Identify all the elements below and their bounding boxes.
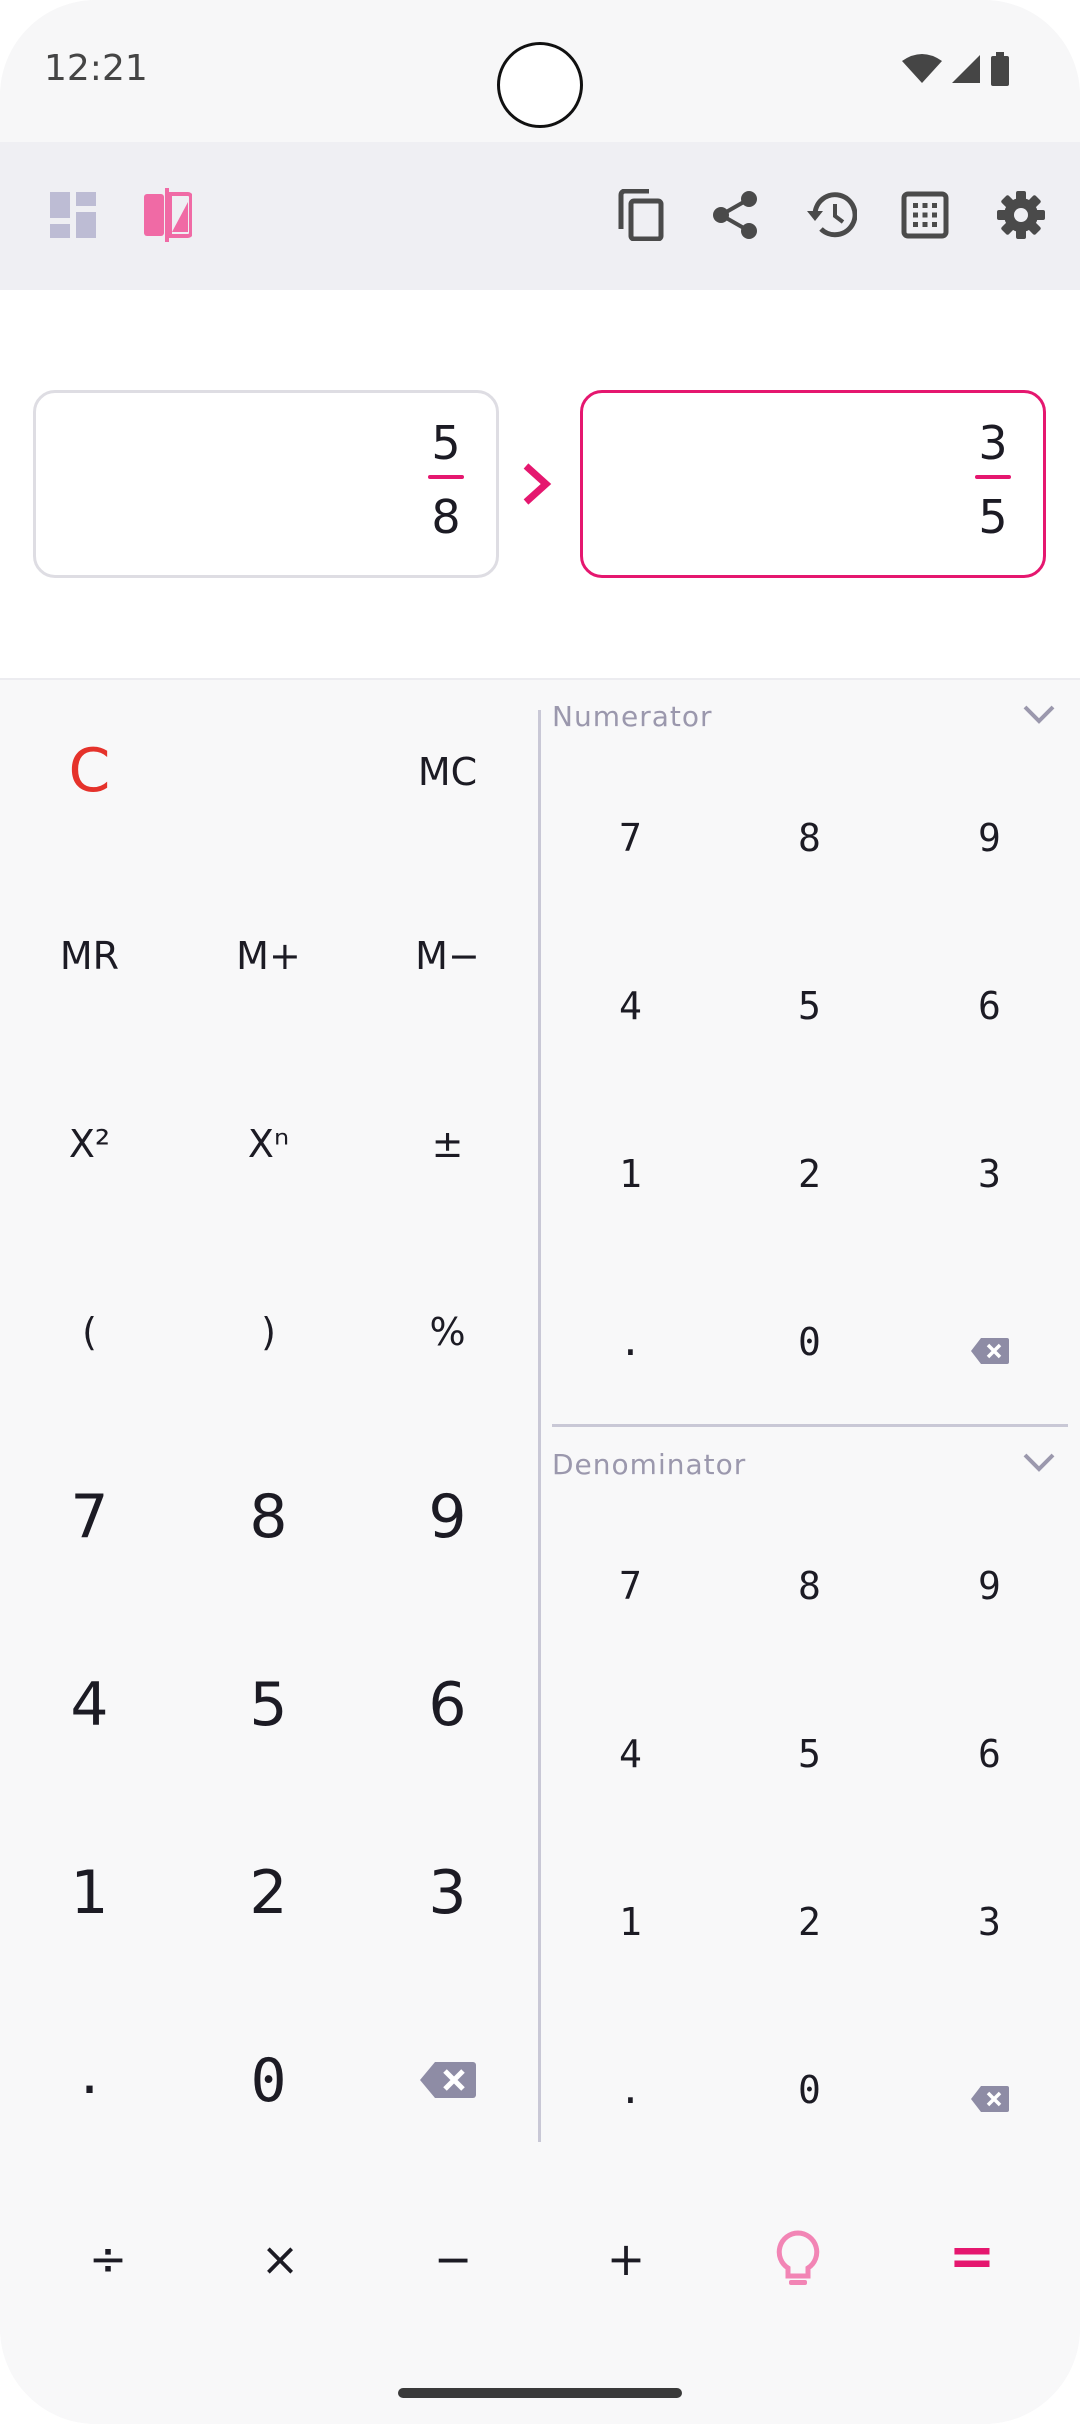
- compare-icon[interactable]: [136, 184, 198, 246]
- left-paren-button[interactable]: (: [0, 1310, 179, 1354]
- denominator-digit-3[interactable]: 3: [900, 1900, 1079, 1944]
- memory-clear-button[interactable]: MC: [358, 750, 537, 794]
- denominator-decimal[interactable]: .: [541, 2068, 720, 2112]
- status-time: 12:21: [44, 48, 148, 89]
- digit-0-button[interactable]: 0: [179, 2046, 358, 2116]
- numerator-digit-1[interactable]: 1: [541, 1152, 720, 1196]
- right-denominator: 5: [978, 490, 1008, 544]
- section-separator: [552, 1424, 1068, 1427]
- chevron-down-icon[interactable]: [1022, 704, 1056, 730]
- settings-icon[interactable]: [990, 184, 1052, 246]
- hint-button[interactable]: [718, 2230, 878, 2299]
- right-fraction-field[interactable]: 3 5: [580, 390, 1046, 578]
- backspace-icon: [419, 2062, 476, 2098]
- digit-9-button[interactable]: 9: [358, 1482, 537, 1552]
- numerator-digit-0[interactable]: 0: [720, 1320, 899, 1364]
- denominator-digit-4[interactable]: 4: [541, 1732, 720, 1776]
- numerator-digit-6[interactable]: 6: [900, 984, 1079, 1028]
- status-bar: 12:21: [0, 0, 1080, 142]
- lightbulb-icon: [776, 2230, 820, 2285]
- memory-subtract-button[interactable]: M−: [358, 934, 537, 978]
- numerator-backspace[interactable]: [900, 1330, 1079, 1374]
- denominator-digit-9[interactable]: 9: [900, 1564, 1079, 1608]
- digit-2-button[interactable]: 2: [179, 1858, 358, 1928]
- subtract-button[interactable]: −: [373, 2232, 533, 2286]
- digit-7-button[interactable]: 7: [0, 1482, 179, 1552]
- denominator-digit-8[interactable]: 8: [720, 1564, 899, 1608]
- status-icons: [902, 52, 1010, 86]
- digit-6-button[interactable]: 6: [358, 1670, 537, 1740]
- memory-add-button[interactable]: M+: [179, 934, 358, 978]
- left-fraction: 5 8: [426, 415, 466, 545]
- keypad-grid-icon[interactable]: [894, 184, 956, 246]
- numerator-digit-4[interactable]: 4: [541, 984, 720, 1028]
- numerator-decimal[interactable]: .: [541, 1320, 720, 1364]
- digit-5-button[interactable]: 5: [179, 1670, 358, 1740]
- history-icon[interactable]: [800, 184, 862, 246]
- numerator-digit-7[interactable]: 7: [541, 816, 720, 860]
- memory-recall-button[interactable]: MR: [0, 934, 179, 978]
- left-denominator: 8: [431, 490, 461, 544]
- denominator-digit-5[interactable]: 5: [720, 1732, 899, 1776]
- numerator-label: Numerator: [552, 700, 713, 733]
- digit-4-button[interactable]: 4: [0, 1670, 179, 1740]
- numerator-digit-9[interactable]: 9: [900, 816, 1079, 860]
- right-fraction: 3 5: [973, 415, 1013, 545]
- fraction-bar: [428, 475, 464, 479]
- phone-screen: 12:21 5 8 3 5 C MC MR M+ M− X² Xⁿ ± () …: [0, 0, 1080, 2424]
- share-icon[interactable]: [704, 184, 766, 246]
- wifi-icon: [902, 54, 942, 83]
- denominator-backspace[interactable]: [900, 2078, 1079, 2122]
- denominator-digit-6[interactable]: 6: [900, 1732, 1079, 1776]
- denominator-digit-1[interactable]: 1: [541, 1900, 720, 1944]
- right-numerator: 3: [978, 416, 1008, 470]
- denominator-digit-7[interactable]: 7: [541, 1564, 720, 1608]
- digit-8-button[interactable]: 8: [179, 1482, 358, 1552]
- fraction-bar: [975, 475, 1011, 479]
- chevron-down-icon[interactable]: [1022, 1452, 1056, 1478]
- clear-button[interactable]: C: [0, 736, 179, 806]
- numerator-digit-8[interactable]: 8: [720, 816, 899, 860]
- plus-minus-button[interactable]: ±: [358, 1122, 537, 1166]
- multiply-button[interactable]: ×: [200, 2232, 360, 2286]
- digit-1-button[interactable]: 1: [0, 1858, 179, 1928]
- add-button[interactable]: +: [546, 2232, 706, 2286]
- toolbar: [0, 142, 1080, 290]
- camera-cutout: [497, 42, 583, 128]
- home-indicator: [398, 2388, 682, 2398]
- square-button[interactable]: X²: [0, 1122, 179, 1166]
- numerator-digit-2[interactable]: 2: [720, 1152, 899, 1196]
- right-paren-button[interactable]: ): [179, 1310, 358, 1354]
- power-button[interactable]: Xⁿ: [179, 1122, 358, 1166]
- copy-icon[interactable]: [610, 184, 672, 246]
- denominator-digit-0[interactable]: 0: [720, 2068, 899, 2112]
- digit-3-button[interactable]: 3: [358, 1858, 537, 1928]
- numerator-digit-5[interactable]: 5: [720, 984, 899, 1028]
- left-fraction-field[interactable]: 5 8: [33, 390, 499, 578]
- backspace-icon: [970, 1338, 1009, 1364]
- left-numerator: 5: [431, 416, 461, 470]
- dashboard-icon[interactable]: [42, 184, 104, 246]
- chevron-right-icon: [520, 462, 554, 510]
- backspace-icon: [970, 2086, 1009, 2112]
- keypad-area: C MC MR M+ M− X² Xⁿ ± ( ) % 7 8 9 4 5 6 …: [0, 680, 1080, 2160]
- denominator-digit-2[interactable]: 2: [720, 1900, 899, 1944]
- equals-button[interactable]: =: [892, 2224, 1052, 2289]
- decimal-button[interactable]: .: [0, 2038, 179, 2108]
- fraction-display: 5 8 3 5: [0, 290, 1080, 680]
- operator-bar: ÷ × − + =: [0, 2160, 1080, 2424]
- numerator-digit-3[interactable]: 3: [900, 1152, 1079, 1196]
- signal-icon: [952, 55, 980, 83]
- battery-icon: [991, 52, 1009, 86]
- divide-button[interactable]: ÷: [28, 2232, 188, 2286]
- percent-button[interactable]: %: [358, 1310, 537, 1354]
- backspace-button[interactable]: [358, 2060, 537, 2104]
- denominator-label: Denominator: [552, 1448, 747, 1481]
